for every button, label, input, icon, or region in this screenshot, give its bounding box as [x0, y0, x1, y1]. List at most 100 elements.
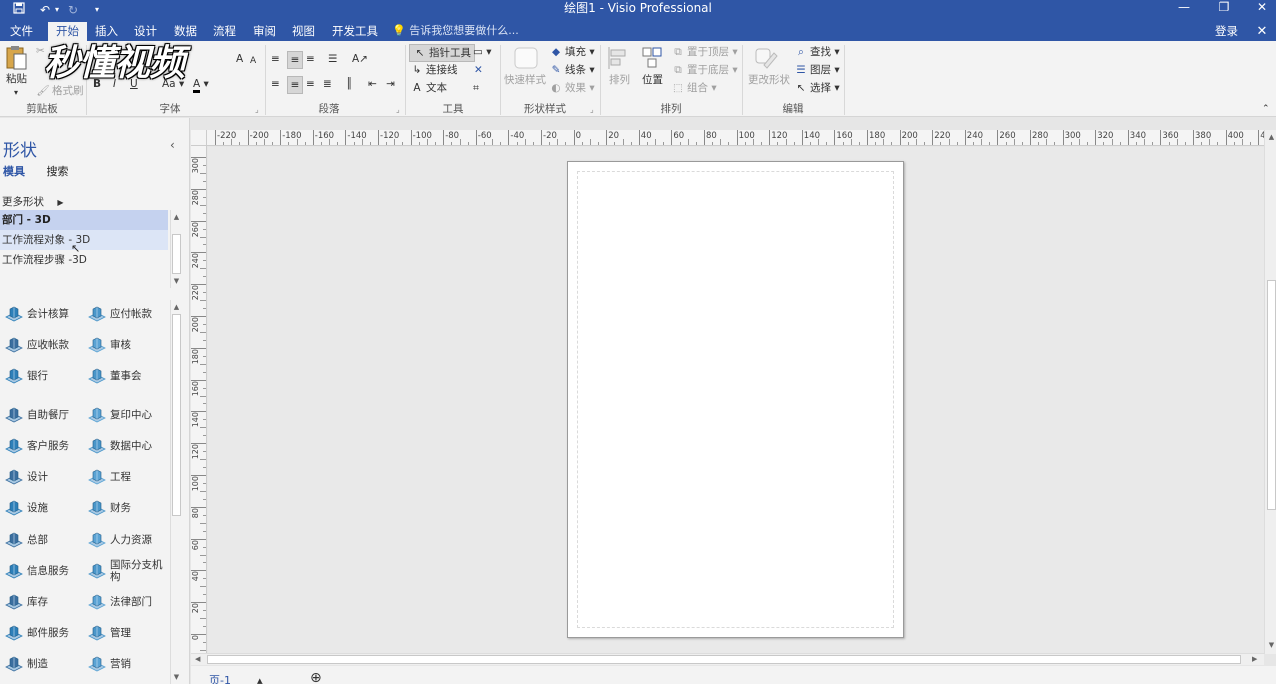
tab-developer[interactable]: 开发工具	[324, 22, 386, 41]
collapse-panel-icon[interactable]: ‹	[170, 138, 175, 152]
vertical-scrollbar[interactable]: ▲ ▼	[1264, 130, 1276, 654]
scroll-thumb[interactable]	[172, 314, 181, 516]
tab-data[interactable]: 数据	[166, 22, 205, 41]
scroll-down-icon[interactable]: ▼	[171, 276, 182, 286]
login-link[interactable]: 登录	[1215, 22, 1238, 41]
shape-mail-service[interactable]: 邮件服务	[4, 620, 88, 646]
shape-marketing[interactable]: 营销	[87, 651, 171, 677]
add-page-icon[interactable]: ⊕	[310, 671, 322, 684]
stencil-departments-3d[interactable]: 部门 - 3D	[0, 210, 168, 230]
shape-data-center[interactable]: 数据中心	[87, 433, 171, 459]
shape-cafeteria[interactable]: 自助餐厅	[4, 402, 88, 428]
shape-copy-center[interactable]: 复印中心	[87, 402, 171, 428]
text-direction-icon[interactable]: A↗	[352, 51, 368, 67]
grow-font-icon[interactable]: A	[236, 51, 243, 67]
stencil-workflow-objects-3d[interactable]: 工作流程对象 - 3D	[0, 230, 168, 250]
more-shapes-button[interactable]: 更多形状 ▶	[2, 194, 64, 209]
shapes-scrollbar[interactable]: ▲ ▼	[170, 300, 181, 684]
restore-icon[interactable]: ❐	[1206, 0, 1242, 16]
page-tab[interactable]: 页-1	[209, 675, 231, 684]
send-to-back-button[interactable]: ⧉ 置于底层 ▾	[671, 62, 737, 78]
shape-human-resources[interactable]: 人力资源	[87, 527, 171, 553]
shape-accounting[interactable]: 会计核算	[4, 301, 88, 327]
drawing-page[interactable]	[567, 161, 904, 638]
scroll-up-icon[interactable]: ▲	[1266, 132, 1276, 142]
tab-search[interactable]: 搜索	[47, 165, 69, 178]
close-icon[interactable]: ✕	[1244, 0, 1276, 16]
quick-styles-button[interactable]	[512, 45, 542, 73]
crop-icon[interactable]: ⌗	[473, 80, 479, 96]
scroll-left-icon[interactable]: ◀	[195, 654, 200, 665]
shape-accounts-payable[interactable]: 应付帐款	[87, 301, 171, 327]
fill-button[interactable]: ◆ 填充 ▾	[549, 44, 595, 60]
line-button[interactable]: ✎ 线条 ▾	[549, 62, 595, 78]
bring-to-front-button[interactable]: ⧉ 置于顶层 ▾	[671, 44, 737, 60]
shape-international-division[interactable]: 国际分支机构	[87, 558, 171, 584]
stencil-list-scrollbar[interactable]: ▲ ▼	[170, 210, 181, 288]
shape-finance[interactable]: 财务	[87, 495, 171, 521]
align-middle-icon[interactable]: ≡	[287, 51, 303, 69]
shape-audit[interactable]: 审核	[87, 332, 171, 358]
align-left-icon[interactable]: ≡	[271, 76, 280, 92]
select-button[interactable]: ↖ 选择 ▾	[794, 80, 840, 96]
shape-customer-service[interactable]: 客户服务	[4, 433, 88, 459]
bullets-icon[interactable]: ☰	[328, 51, 337, 67]
shrink-font-icon[interactable]: A	[250, 53, 256, 69]
stencil-workflow-steps-3d[interactable]: 工作流程步骤 -3D	[0, 250, 168, 270]
scroll-up-icon[interactable]: ▲	[171, 302, 182, 312]
decrease-indent-icon[interactable]: ⇤	[368, 76, 377, 92]
group-button[interactable]: ⬚ 组合 ▾	[671, 80, 717, 96]
effects-button[interactable]: ◐ 效果 ▾	[549, 80, 594, 96]
increase-indent-icon[interactable]: ⇥	[386, 76, 395, 92]
shape-information-services[interactable]: 信息服务	[4, 558, 88, 584]
tab-review[interactable]: 审阅	[245, 22, 284, 41]
scroll-down-icon[interactable]: ▼	[1266, 640, 1276, 650]
scroll-thumb[interactable]	[1267, 280, 1276, 510]
shape-legal-department[interactable]: 法律部门	[87, 589, 171, 615]
vertical-text-icon[interactable]: ║	[346, 76, 352, 92]
scroll-thumb[interactable]	[207, 655, 1241, 664]
rectangle-tool-button[interactable]: ▭ ▾	[473, 44, 492, 60]
close-ribbon-icon[interactable]: ✕	[1254, 22, 1270, 41]
shape-design[interactable]: 设计	[4, 464, 88, 490]
text-tool-button[interactable]: A 文本	[410, 80, 447, 96]
tab-insert[interactable]: 插入	[87, 22, 126, 41]
scroll-down-icon[interactable]: ▼	[171, 672, 182, 682]
paste-dropdown-icon[interactable]: ▾	[14, 85, 18, 101]
horizontal-scrollbar[interactable]: ◀ ▶	[191, 653, 1264, 665]
scroll-thumb[interactable]	[172, 234, 181, 274]
layers-button[interactable]: ☰ 图层 ▾	[794, 62, 839, 78]
paragraph-dialog-launcher[interactable]: ⌟	[396, 105, 400, 114]
shape-manufacturing[interactable]: 制造	[4, 651, 88, 677]
connection-point-icon[interactable]: ✕	[474, 62, 483, 78]
all-pages-tab[interactable]: 全部 ▴	[257, 675, 268, 684]
align-center-icon[interactable]: ≡	[287, 76, 303, 94]
font-dialog-launcher[interactable]: ⌟	[255, 105, 259, 114]
shape-headquarters[interactable]: 总部	[4, 527, 88, 553]
tab-view[interactable]: 视图	[284, 22, 323, 41]
tab-home[interactable]: 开始	[48, 22, 87, 41]
shape-facilities[interactable]: 设施	[4, 495, 88, 521]
pointer-tool-button[interactable]: ↖ 指针工具	[409, 44, 475, 62]
minimize-icon[interactable]: —	[1166, 0, 1202, 16]
shape-accounts-receivable[interactable]: 应收帐款	[4, 332, 88, 358]
scroll-right-icon[interactable]: ▶	[1252, 654, 1257, 665]
scroll-up-icon[interactable]: ▲	[171, 212, 182, 222]
justify-icon[interactable]: ≣	[323, 76, 332, 92]
connector-button[interactable]: ↳ 连接线	[410, 62, 458, 78]
tab-process[interactable]: 流程	[205, 22, 244, 41]
shape-management[interactable]: 管理	[87, 620, 171, 646]
tab-file[interactable]: 文件	[2, 22, 41, 41]
tell-me-box[interactable]: 💡 告诉我您想要做什么...	[392, 23, 519, 39]
shape-styles-dialog-launcher[interactable]: ⌟	[590, 105, 594, 114]
shape-board[interactable]: 董事会	[87, 363, 171, 389]
tab-design[interactable]: 设计	[126, 22, 165, 41]
find-button[interactable]: ⌕ 查找 ▾	[794, 44, 840, 60]
align-top-icon[interactable]: ≡	[271, 51, 280, 67]
collapse-ribbon-icon[interactable]: ⌃	[1262, 101, 1270, 117]
drawing-canvas[interactable]	[208, 147, 1264, 653]
shape-bank[interactable]: 银行	[4, 363, 88, 389]
align-bottom-icon[interactable]: ≡	[306, 51, 315, 67]
align-right-icon[interactable]: ≡	[306, 76, 315, 92]
shape-engineering[interactable]: 工程	[87, 464, 171, 490]
